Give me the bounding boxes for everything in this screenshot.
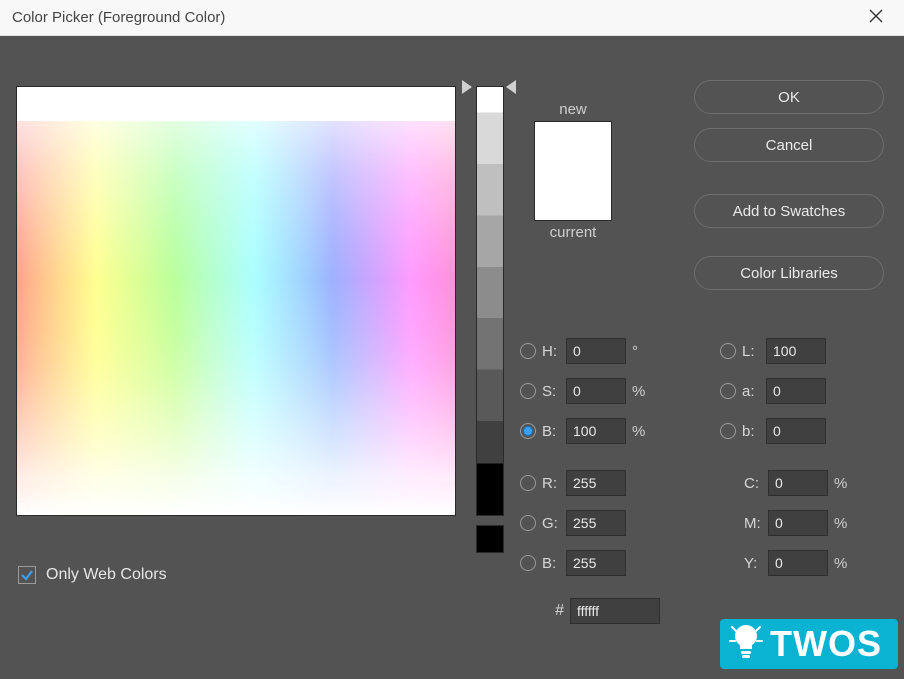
- l-row: L:: [720, 336, 826, 366]
- watermark-badge: TWOS: [720, 619, 898, 669]
- slider-caret-left-icon: [462, 80, 472, 94]
- r-radio[interactable]: [520, 475, 536, 491]
- color-field-cursor-icon: [17, 501, 29, 513]
- close-icon: [869, 6, 883, 29]
- m-row: M: %: [744, 508, 852, 538]
- r-label: R:: [542, 475, 566, 492]
- l-radio[interactable]: [720, 343, 736, 359]
- c-unit: %: [834, 475, 852, 492]
- s-input[interactable]: [566, 378, 626, 404]
- c-input[interactable]: [768, 470, 828, 496]
- g-radio[interactable]: [520, 515, 536, 531]
- h-input[interactable]: [566, 338, 626, 364]
- s-row: S: %: [520, 376, 650, 406]
- b-hsb-input[interactable]: [566, 418, 626, 444]
- b-rgb-row: B:: [520, 548, 626, 578]
- b-lab-row: b:: [720, 416, 826, 446]
- slider-caret-right-icon: [506, 80, 516, 94]
- h-row: H: °: [520, 336, 650, 366]
- checkmark-icon: [20, 568, 34, 582]
- c-row: C: %: [744, 468, 852, 498]
- only-web-colors-label: Only Web Colors: [46, 566, 167, 584]
- b-hsb-row: B: %: [520, 416, 650, 446]
- b-hsb-label: B:: [542, 423, 566, 440]
- color-field[interactable]: [16, 86, 456, 516]
- hex-row: #: [544, 596, 660, 626]
- hex-hash-label: #: [544, 602, 564, 620]
- l-input[interactable]: [766, 338, 826, 364]
- g-label: G:: [542, 515, 566, 532]
- lightbulb-icon: [726, 621, 766, 661]
- only-web-colors-row: Only Web Colors: [18, 566, 167, 584]
- b-rgb-label: B:: [542, 555, 566, 572]
- dialog-body: new current OK Cancel Add to Swatches Co…: [0, 36, 904, 679]
- b-lab-label: b:: [742, 423, 766, 440]
- g-input[interactable]: [566, 510, 626, 536]
- h-unit: °: [632, 343, 650, 360]
- b-lab-radio[interactable]: [720, 423, 736, 439]
- s-label: S:: [542, 383, 566, 400]
- color-preview: new current: [534, 101, 612, 241]
- b-rgb-radio[interactable]: [520, 555, 536, 571]
- window-title: Color Picker (Foreground Color): [12, 9, 856, 26]
- color-libraries-button[interactable]: Color Libraries: [694, 256, 884, 290]
- s-radio[interactable]: [520, 383, 536, 399]
- m-input[interactable]: [768, 510, 828, 536]
- b-hsb-radio[interactable]: [520, 423, 536, 439]
- only-web-colors-checkbox[interactable]: [18, 566, 36, 584]
- add-to-swatches-button[interactable]: Add to Swatches: [694, 194, 884, 228]
- c-label: C:: [744, 475, 768, 492]
- y-label: Y:: [744, 555, 768, 572]
- b-hsb-unit: %: [632, 423, 650, 440]
- r-row: R:: [520, 468, 626, 498]
- title-bar: Color Picker (Foreground Color): [0, 0, 904, 36]
- l-label: L:: [742, 343, 766, 360]
- new-color-swatch[interactable]: [535, 122, 611, 185]
- m-label: M:: [744, 515, 768, 532]
- r-input[interactable]: [566, 470, 626, 496]
- y-input[interactable]: [768, 550, 828, 576]
- y-row: Y: %: [744, 548, 852, 578]
- a-radio[interactable]: [720, 383, 736, 399]
- y-unit: %: [834, 555, 852, 572]
- b-rgb-input[interactable]: [566, 550, 626, 576]
- new-color-label: new: [534, 101, 612, 118]
- close-button[interactable]: [856, 0, 896, 36]
- out-of-gamut-swatch[interactable]: [476, 525, 504, 553]
- s-unit: %: [632, 383, 650, 400]
- color-preview-box: [534, 121, 612, 221]
- b-lab-input[interactable]: [766, 418, 826, 444]
- h-radio[interactable]: [520, 343, 536, 359]
- m-unit: %: [834, 515, 852, 532]
- ok-button[interactable]: OK: [694, 80, 884, 114]
- h-label: H:: [542, 343, 566, 360]
- current-color-swatch[interactable]: [535, 185, 611, 220]
- watermark-text: TWOS: [770, 623, 882, 664]
- hex-input[interactable]: [570, 598, 660, 624]
- g-row: G:: [520, 508, 626, 538]
- a-input[interactable]: [766, 378, 826, 404]
- current-color-label: current: [534, 224, 612, 241]
- a-label: a:: [742, 383, 766, 400]
- color-slider[interactable]: [476, 86, 504, 516]
- a-row: a:: [720, 376, 826, 406]
- cancel-button[interactable]: Cancel: [694, 128, 884, 162]
